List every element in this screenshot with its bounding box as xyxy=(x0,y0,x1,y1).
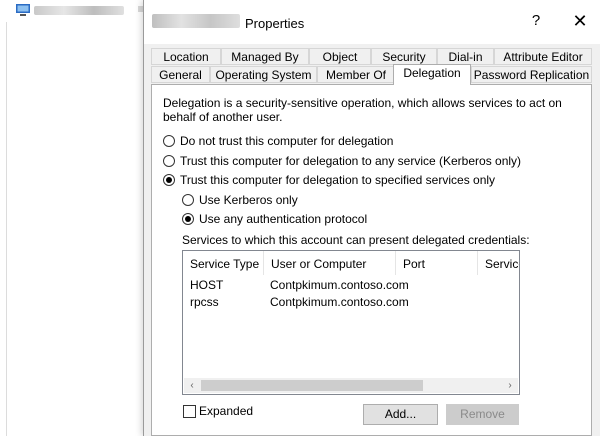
tab-operating-system[interactable]: Operating System xyxy=(210,66,317,83)
radio-any-protocol[interactable] xyxy=(182,213,194,225)
tab-security[interactable]: Security xyxy=(371,48,437,65)
dialog-title: Properties xyxy=(245,16,305,31)
expanded-checkbox[interactable] xyxy=(183,405,196,418)
column-header-port[interactable]: Port xyxy=(396,251,478,275)
add-button[interactable]: Add... xyxy=(363,404,438,425)
tab-managed-by[interactable]: Managed By xyxy=(221,48,309,65)
tab-general[interactable]: General xyxy=(151,66,210,83)
column-header-service-type[interactable]: Service Type xyxy=(183,251,264,275)
radio-trust-specified[interactable] xyxy=(163,174,175,186)
help-button[interactable]: ? xyxy=(526,12,546,29)
cell-user-or-computer: Contpkimum.contoso.com xyxy=(270,295,409,309)
description-line-2: behalf of another user. xyxy=(163,110,283,124)
radio-any-protocol-label: Use any authentication protocol xyxy=(199,212,368,226)
computer-icon xyxy=(16,4,30,16)
tab-location[interactable]: Location xyxy=(151,48,221,65)
redacted-computer-name xyxy=(152,14,240,28)
tab-password-replication[interactable]: Password Replication xyxy=(471,66,592,83)
scrollbar-thumb[interactable] xyxy=(201,380,423,391)
background-window-edge xyxy=(0,0,7,436)
radio-kerberos-only[interactable] xyxy=(182,194,194,206)
description-line-1: Delegation is a security-sensitive opera… xyxy=(163,96,562,110)
column-header-user-or-computer[interactable]: User or Computer xyxy=(264,251,396,275)
radio-trust-any-label: Trust this computer for delegation to an… xyxy=(180,154,522,168)
dialog-titlebar: Properties ? ✕ xyxy=(144,0,600,44)
tab-member-of[interactable]: Member Of xyxy=(317,66,395,83)
cell-service-type: rpcss xyxy=(190,295,219,309)
horizontal-scrollbar[interactable]: ‹ › xyxy=(184,378,518,393)
tab-dial-in[interactable]: Dial-in xyxy=(437,48,494,65)
scroll-right-icon[interactable]: › xyxy=(503,379,517,392)
remove-button[interactable]: Remove xyxy=(446,404,519,425)
cell-service-type: HOST xyxy=(190,278,224,292)
redacted-text xyxy=(34,6,124,15)
scroll-left-icon[interactable]: ‹ xyxy=(185,379,199,392)
services-label: Services to which this account can prese… xyxy=(182,233,530,247)
services-list[interactable]: Service Type User or Computer Port Servi… xyxy=(182,250,520,395)
radio-kerberos-only-label: Use Kerberos only xyxy=(199,193,298,207)
tab-delegation[interactable]: Delegation xyxy=(393,64,471,85)
radio-selected-dot xyxy=(185,216,191,222)
close-button[interactable]: ✕ xyxy=(568,11,592,32)
radio-selected-dot xyxy=(166,177,172,183)
tab-object[interactable]: Object xyxy=(309,48,371,65)
radio-no-trust[interactable] xyxy=(163,135,175,147)
radio-trust-any[interactable] xyxy=(163,155,175,167)
radio-trust-specified-label: Trust this computer for delegation to sp… xyxy=(180,173,496,187)
radio-no-trust-label: Do not trust this computer for delegatio… xyxy=(180,134,394,148)
cell-user-or-computer: Contpkimum.contoso.com xyxy=(270,278,409,292)
expanded-label: Expanded xyxy=(199,404,254,418)
column-header-service[interactable]: Service xyxy=(478,251,519,275)
tab-attribute-editor[interactable]: Attribute Editor xyxy=(494,48,592,65)
